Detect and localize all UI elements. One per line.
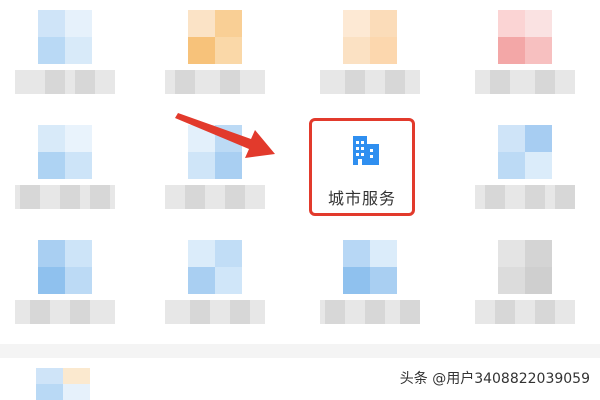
blurred-service-item[interactable] — [155, 230, 275, 340]
blurred-label — [475, 185, 575, 209]
blurred-app-icon — [188, 10, 242, 64]
blurred-label — [15, 70, 115, 94]
blurred-label — [475, 70, 575, 94]
watermark-text: 头条 @用户3408822039059 — [399, 371, 590, 387]
blurred-label — [165, 70, 265, 94]
blurred-service-item[interactable] — [310, 0, 430, 110]
blurred-app-icon — [498, 125, 552, 179]
city-service-button[interactable]: 城市服务 — [309, 118, 415, 216]
building-icon — [353, 136, 379, 165]
blurred-service-item[interactable] — [5, 0, 125, 110]
blurred-app-icon — [188, 240, 242, 294]
arrow-pointer-icon — [175, 113, 275, 158]
blurred-label — [320, 300, 420, 324]
blurred-service-item[interactable] — [5, 230, 125, 340]
section-divider — [0, 344, 600, 358]
blurred-app-icon — [498, 240, 552, 294]
blurred-app-icon — [498, 10, 552, 64]
service-grid — [0, 0, 600, 340]
blurred-label — [165, 185, 265, 209]
blurred-service-item[interactable] — [5, 115, 125, 225]
blurred-label — [15, 185, 115, 209]
blurred-service-item[interactable] — [465, 0, 585, 110]
city-service-label: 城市服务 — [327, 189, 396, 208]
blurred-service-item[interactable] — [465, 230, 585, 340]
blurred-app-icon — [38, 125, 92, 179]
blurred-service-item[interactable] — [155, 0, 275, 110]
blurred-label — [320, 70, 420, 94]
blurred-label — [165, 300, 265, 324]
blurred-service-item[interactable] — [465, 115, 585, 225]
blurred-label — [475, 300, 575, 324]
blurred-service-item[interactable] — [310, 230, 430, 340]
blurred-app-icon — [343, 10, 397, 64]
blurred-app-icon[interactable] — [36, 368, 90, 400]
blurred-app-icon — [38, 240, 92, 294]
blurred-app-icon — [343, 240, 397, 294]
blurred-app-icon — [38, 10, 92, 64]
blurred-label — [15, 300, 115, 324]
